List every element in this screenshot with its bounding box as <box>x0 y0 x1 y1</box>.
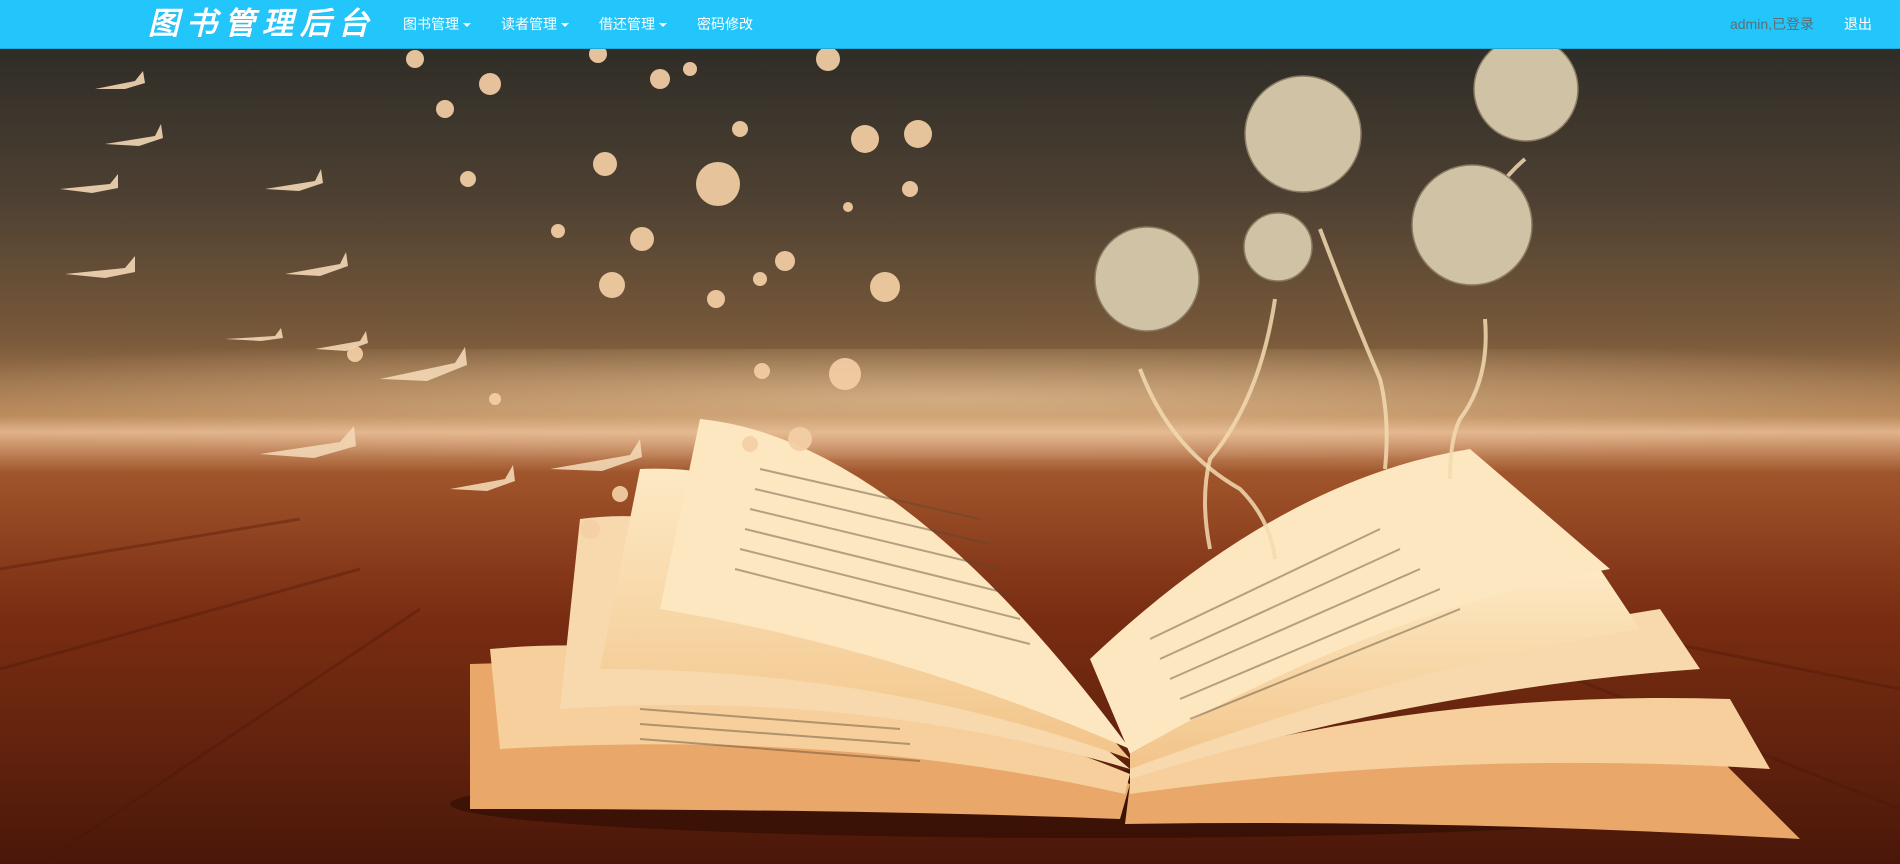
caret-down-icon <box>463 22 471 27</box>
caret-down-icon <box>561 22 569 27</box>
top-navbar: 图书管理后台 图书管理 读者管理 借还管理 密码修改 admin,已登录 退出 <box>0 0 1900 49</box>
menu-book-management-label: 图书管理 <box>403 16 459 32</box>
menu-password-change-label: 密码修改 <box>697 16 753 32</box>
menu-reader-management-label: 读者管理 <box>501 16 557 32</box>
menu-book-management[interactable]: 图书管理 <box>388 0 486 49</box>
menu-borrow-return-management[interactable]: 借还管理 <box>584 0 682 49</box>
menu-password-change[interactable]: 密码修改 <box>682 0 768 49</box>
menu-borrow-return-label: 借还管理 <box>599 16 655 32</box>
caret-down-icon <box>659 22 667 27</box>
main-menu: 图书管理 读者管理 借还管理 密码修改 <box>388 0 768 49</box>
open-book-butterflies-image <box>0 49 1900 864</box>
user-area: admin,已登录 退出 <box>1715 0 1900 49</box>
background-hero-image <box>0 49 1900 864</box>
brand-title[interactable]: 图书管理后台 <box>148 2 376 46</box>
menu-reader-management[interactable]: 读者管理 <box>486 0 584 49</box>
logout-link[interactable]: 退出 <box>1829 0 1900 49</box>
login-status-text: admin,已登录 <box>1729 16 1814 32</box>
